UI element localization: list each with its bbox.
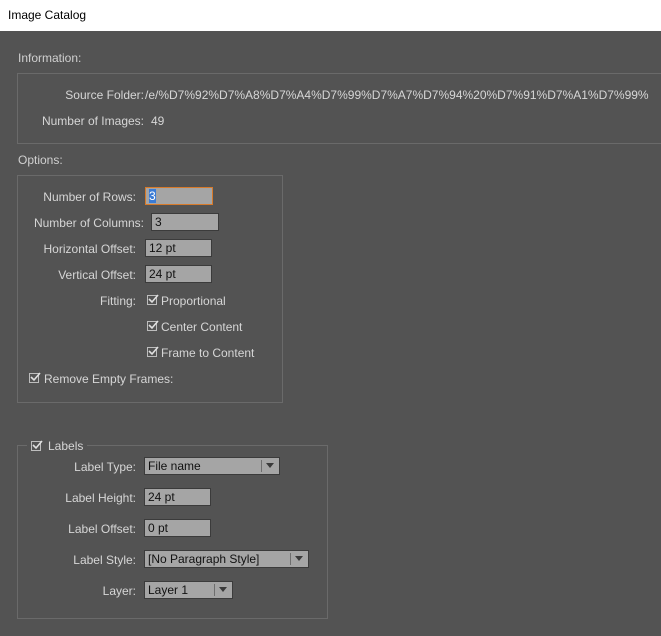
labels-checkbox[interactable] xyxy=(31,440,43,451)
chevron-down-icon xyxy=(219,587,227,592)
checkmark-icon xyxy=(148,346,159,356)
frame-to-content-label: Frame to Content xyxy=(161,346,255,360)
window-title: Image Catalog xyxy=(8,8,87,22)
information-heading: Information: xyxy=(18,51,82,65)
information-panel: Source Folder: /e/%D7%92%D7%A8%D7%A4%D7%… xyxy=(17,73,661,144)
chevron-down-icon xyxy=(295,556,303,561)
vertical-offset-label: Vertical Offset: xyxy=(58,268,136,282)
checkmark-icon xyxy=(30,372,41,382)
label-type-label: Label Type: xyxy=(74,460,136,474)
source-folder-value: /e/%D7%92%D7%A8%D7%A4%D7%99%D7%A7%D7%94%… xyxy=(145,88,649,102)
source-folder-label: Source Folder: xyxy=(65,88,144,102)
rows-label: Number of Rows: xyxy=(43,190,136,204)
chevron-down-icon xyxy=(266,463,274,468)
label-height-label: Label Height: xyxy=(65,491,136,505)
label-height-input[interactable]: 24 pt xyxy=(144,488,211,506)
layer-value: Layer 1 xyxy=(148,583,189,597)
horizontal-offset-input[interactable]: 12 pt xyxy=(145,239,212,257)
label-type-value: File name xyxy=(148,459,201,473)
proportional-label: Proportional xyxy=(161,294,226,308)
checkmark-icon xyxy=(32,440,43,450)
rows-input-value: 3 xyxy=(149,189,156,203)
label-offset-label: Label Offset: xyxy=(68,522,136,536)
labels-legend: Labels xyxy=(27,438,88,454)
vertical-offset-input[interactable]: 24 pt xyxy=(145,265,212,283)
label-style-label: Label Style: xyxy=(73,553,136,567)
layer-label: Layer: xyxy=(102,584,136,598)
columns-label: Number of Columns: xyxy=(33,216,144,230)
label-type-dropdown[interactable]: File name xyxy=(144,457,280,475)
rows-input[interactable]: 3 xyxy=(145,187,213,205)
fitting-label: Fitting: xyxy=(99,294,136,308)
label-style-value: [No Paragraph Style] xyxy=(148,552,260,566)
label-offset-input[interactable]: 0 pt xyxy=(144,519,211,537)
remove-empty-frames-checkbox[interactable] xyxy=(29,372,41,383)
options-heading: Options: xyxy=(18,153,63,167)
layer-dropdown[interactable]: Layer 1 xyxy=(144,581,233,599)
options-panel: Number of Rows: 3 Number of Columns: 3 H… xyxy=(17,175,283,403)
window-titlebar: Image Catalog xyxy=(0,0,661,31)
dialog-body: Information: Source Folder: /e/%D7%92%D7… xyxy=(0,31,661,636)
dropdown-separator xyxy=(290,553,291,565)
dropdown-separator xyxy=(214,584,215,596)
labels-panel: Labels Label Type: File name Label Heigh… xyxy=(17,438,328,619)
frame-to-content-checkbox[interactable] xyxy=(147,346,159,357)
center-content-checkbox[interactable] xyxy=(147,320,159,331)
columns-input[interactable]: 3 xyxy=(151,213,219,231)
horizontal-offset-label: Horizontal Offset: xyxy=(43,242,136,256)
checkmark-icon xyxy=(148,320,159,330)
labels-heading: Labels xyxy=(48,439,84,453)
number-of-images-value: 49 xyxy=(151,114,165,128)
number-of-images-label: Number of Images: xyxy=(41,114,144,128)
proportional-checkbox[interactable] xyxy=(147,294,159,305)
dropdown-separator xyxy=(261,460,262,472)
checkmark-icon xyxy=(148,294,159,304)
center-content-label: Center Content xyxy=(161,320,243,334)
remove-empty-frames-label: Remove Empty Frames: xyxy=(44,372,174,386)
label-style-dropdown[interactable]: [No Paragraph Style] xyxy=(144,550,309,568)
